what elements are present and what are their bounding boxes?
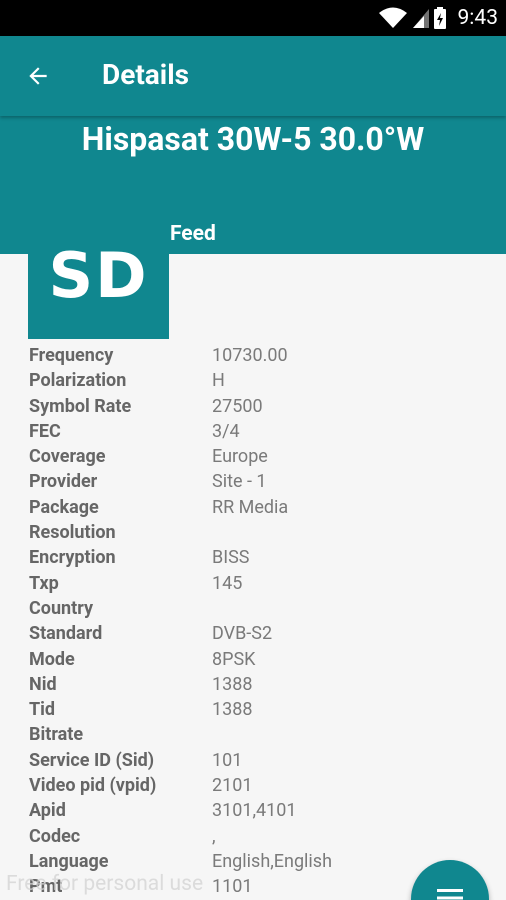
channel-name: Feed [170, 222, 216, 246]
detail-row-coverage: Coverage Europe [29, 444, 489, 469]
detail-label: Polarization [29, 370, 127, 392]
detail-row-language: Language English,English [29, 849, 489, 874]
detail-value: DVB-S2 [212, 623, 273, 645]
detail-row-frequency: Frequency 10730.00 [29, 343, 489, 368]
detail-row-codec: Codec , [29, 824, 489, 849]
detail-value: 1388 [212, 699, 253, 721]
detail-value: Site - 1 [212, 471, 267, 493]
detail-label: Service ID (Sid) [29, 749, 155, 771]
detail-value: 1388 [212, 673, 253, 695]
detail-row-package: Package RR Media [29, 495, 489, 520]
status-bar: 9:43 [0, 0, 506, 36]
detail-label: Codec [29, 825, 81, 847]
status-time: 9:43 [457, 6, 499, 30]
detail-row-bitrate: Bitrate [29, 722, 489, 747]
page-title: Details [102, 58, 189, 91]
detail-label: Tid [29, 699, 56, 721]
detail-row-provider: Provider Site - 1 [29, 469, 489, 494]
detail-value: RR Media [212, 496, 289, 518]
detail-row-encryption: Encryption BISS [29, 545, 489, 570]
detail-value: 3/4 [212, 420, 240, 442]
arrow-back-icon [29, 67, 47, 85]
detail-row-nid: Nid 1388 [29, 672, 489, 697]
detail-row-resolution: Resolution [29, 520, 489, 545]
detail-row-polarization: Polarization H [29, 368, 489, 393]
detail-value: H [212, 370, 225, 392]
channel-logo: SD [28, 209, 169, 339]
details-list: Frequency 10730.00 Polarization H Symbol… [29, 343, 489, 900]
detail-value: 3101,4101 [212, 800, 297, 822]
back-button[interactable] [16, 54, 60, 98]
detail-label: Nid [29, 673, 57, 695]
channel-logo-text: SD [48, 239, 149, 312]
detail-label: Encryption [29, 547, 116, 569]
detail-value: 2101 [212, 775, 253, 797]
detail-value: 145 [212, 572, 243, 594]
details-screen: 9:43 Details Hispasat 30W-5 30.0°W Feed … [0, 0, 506, 900]
watermark: Free for personal use [6, 872, 204, 896]
detail-value: Europe [212, 446, 268, 468]
detail-label: Apid [29, 800, 66, 822]
detail-value: 27500 [212, 395, 263, 417]
detail-row-mode: Mode 8PSK [29, 647, 489, 672]
detail-label: Package [29, 496, 99, 518]
detail-label: Frequency [29, 345, 114, 366]
detail-value: 8PSK [212, 648, 256, 670]
detail-label: FEC [29, 420, 61, 442]
detail-label: Mode [29, 648, 75, 670]
detail-value: 1101 [212, 876, 253, 898]
detail-label: Resolution [29, 522, 116, 544]
detail-label: Language [29, 850, 109, 872]
detail-value: English,English [212, 850, 333, 872]
detail-row-txp: Txp 145 [29, 571, 489, 596]
app-bar: Details [0, 36, 506, 116]
detail-row-video-pid: Video pid (vpid) 2101 [29, 773, 489, 798]
detail-label: Coverage [29, 446, 106, 468]
detail-label: Provider [29, 471, 98, 493]
satellite-name: Hispasat 30W-5 30.0°W [81, 120, 425, 158]
detail-label: Txp [29, 572, 59, 594]
signal-icon [413, 9, 429, 28]
detail-row-symbol-rate: Symbol Rate 27500 [29, 394, 489, 419]
detail-label: Standard [29, 623, 103, 645]
detail-value: BISS [212, 547, 250, 569]
menu-icon [437, 889, 463, 900]
detail-value: 10730.00 [212, 345, 288, 366]
detail-row-apid: Apid 3101,4101 [29, 798, 489, 823]
wifi-icon [379, 7, 407, 28]
battery-icon [434, 7, 446, 29]
detail-value: 101 [212, 749, 243, 771]
detail-row-fec: FEC 3/4 [29, 419, 489, 444]
detail-row-tid: Tid 1388 [29, 697, 489, 722]
detail-value: , [212, 825, 216, 847]
detail-label: Video pid (vpid) [29, 775, 157, 797]
detail-label: Symbol Rate [29, 395, 132, 417]
detail-label: Country [29, 597, 94, 619]
detail-row-country: Country [29, 596, 489, 621]
detail-label: Bitrate [29, 724, 84, 746]
detail-row-service-id: Service ID (Sid) 101 [29, 748, 489, 773]
detail-row-standard: Standard DVB-S2 [29, 621, 489, 646]
